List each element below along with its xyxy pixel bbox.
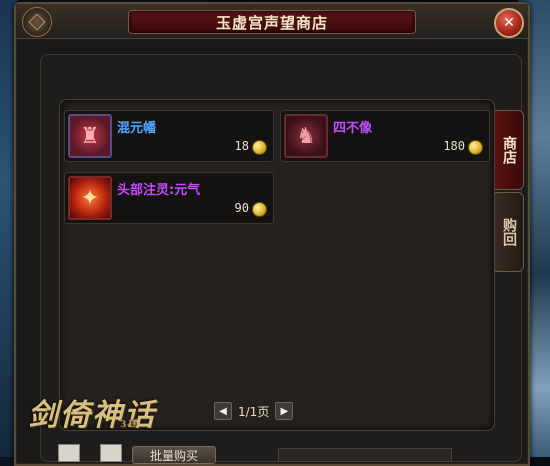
item-slot-2[interactable]: ♞ 四不像 180 xyxy=(280,110,490,162)
item-slot-1[interactable]: ♜ 混元幡 18 xyxy=(64,110,274,162)
mount-icon: ♞ xyxy=(284,114,328,158)
window-title: 玉虚宫声望商店 xyxy=(128,10,416,34)
item-name: 混元幡 xyxy=(117,121,157,136)
game-logo-sub: 3D xyxy=(120,420,139,430)
page-indicator: 1/1页 xyxy=(238,404,270,419)
close-button[interactable]: ✕ xyxy=(494,8,524,38)
tab-buyback[interactable]: 购回 xyxy=(495,192,524,272)
fire-spirit-icon: ✦ xyxy=(68,176,112,220)
bottom-bar xyxy=(278,448,452,462)
bulk-buy-button[interactable]: 批量购买 xyxy=(132,446,216,464)
item-grid: ♜ 混元幡 18 ♞ 四不像 180 ✦ 头部注灵:元气 90 商店 购回 xyxy=(59,99,524,431)
tab-buyback-label: 购回 xyxy=(501,218,517,246)
pagination: ◀ 1/1页 ▶ xyxy=(214,402,294,420)
game-logo: 剑倚神话 3D xyxy=(28,390,168,440)
banner-icon: ♜ xyxy=(68,114,112,158)
coin-icon xyxy=(468,140,483,155)
item-slot-3[interactable]: ✦ 头部注灵:元气 90 xyxy=(64,172,274,224)
next-page-button[interactable]: ▶ xyxy=(275,402,294,420)
item-name: 四不像 xyxy=(333,121,373,136)
tab-shop[interactable]: 商店 xyxy=(495,110,524,190)
scroll-icon[interactable] xyxy=(100,444,122,462)
tab-shop-label: 商店 xyxy=(501,136,517,164)
coin-icon xyxy=(252,140,267,155)
scroll-icon[interactable] xyxy=(58,444,80,462)
item-price: 18 xyxy=(234,139,249,153)
item-name: 头部注灵:元气 xyxy=(117,183,201,198)
corner-ornament-icon xyxy=(22,7,52,37)
title-bar: 玉虚宫声望商店 ✕ xyxy=(16,4,528,39)
prev-page-button[interactable]: ◀ xyxy=(214,402,232,420)
item-price: 90 xyxy=(234,201,249,215)
item-price: 180 xyxy=(443,139,465,153)
coin-icon xyxy=(252,202,267,217)
